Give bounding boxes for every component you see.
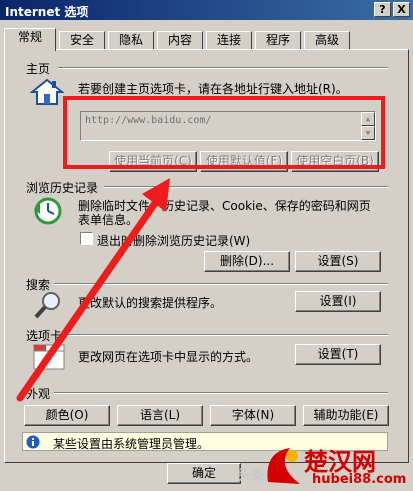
watermark-left-text: 头条	[237, 468, 265, 484]
tab-general[interactable]: 常规	[4, 28, 56, 51]
red-arrow-annotation	[16, 178, 170, 402]
watermark-url: hubei88.com	[312, 472, 407, 487]
brand-logo-icon	[267, 448, 300, 484]
